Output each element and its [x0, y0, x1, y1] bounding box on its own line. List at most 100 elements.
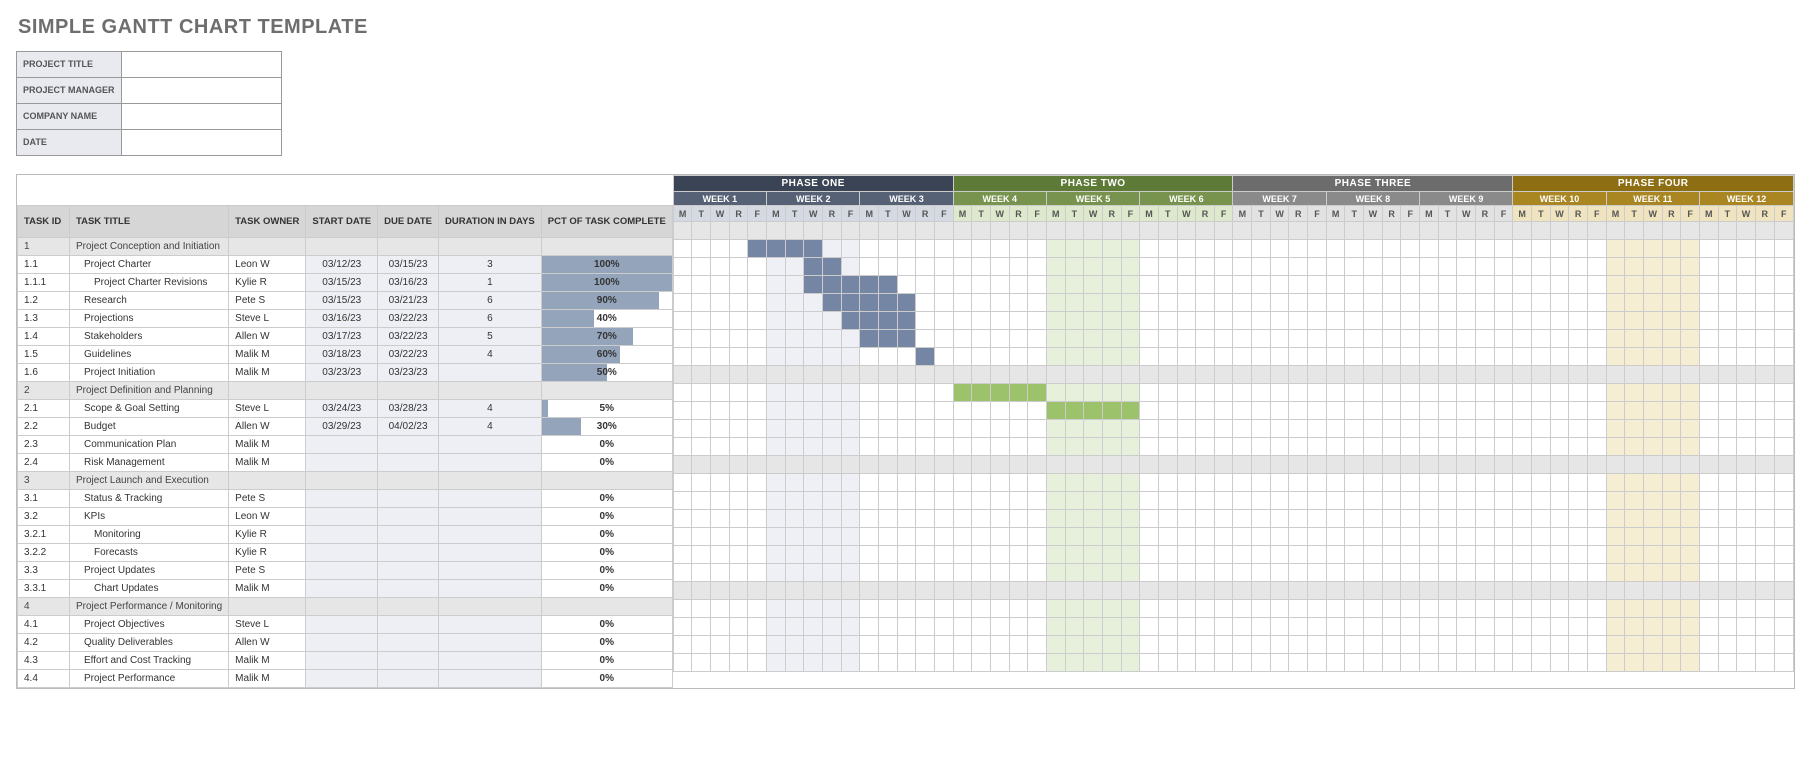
- timeline-cell: [804, 420, 823, 438]
- task-row[interactable]: 4.1Project ObjectivesSteve L0%: [18, 615, 673, 633]
- task-owner: Pete S: [229, 561, 306, 579]
- timeline-cell: [841, 582, 860, 600]
- timeline-cell: [1625, 312, 1644, 330]
- timeline-cell: [1270, 366, 1289, 384]
- timeline-cell: [1737, 366, 1756, 384]
- task-row[interactable]: 1.6Project InitiationMalik M03/23/2303/2…: [18, 363, 673, 381]
- timeline-cell: [1158, 276, 1177, 294]
- task-pct-complete: 100%: [541, 273, 672, 291]
- timeline-cell: [1531, 474, 1550, 492]
- timeline-cell: [841, 438, 860, 456]
- timeline-cell: [916, 222, 935, 240]
- day-header: R: [1662, 206, 1681, 222]
- task-row[interactable]: 4.2Quality DeliverablesAllen W0%: [18, 633, 673, 651]
- task-row[interactable]: 1.2ResearchPete S03/15/2303/21/23690%: [18, 291, 673, 309]
- timeline-cell: [1606, 636, 1625, 654]
- timeline-cell: [1270, 384, 1289, 402]
- timeline-cell: [1457, 654, 1476, 672]
- task-row[interactable]: 3.2KPIsLeon W0%: [18, 507, 673, 525]
- timeline-cell: [1755, 438, 1774, 456]
- task-pct-complete: 0%: [541, 615, 672, 633]
- task-row[interactable]: 3Project Launch and Execution: [18, 471, 673, 489]
- task-title: Communication Plan: [70, 435, 229, 453]
- task-due: 03/15/23: [378, 255, 439, 273]
- task-row[interactable]: 3.2.2ForecastsKylie R0%: [18, 543, 673, 561]
- timeline-cell: [1774, 618, 1793, 636]
- timeline-cell: [990, 492, 1009, 510]
- timeline-cell: [953, 618, 972, 636]
- timeline-cell: [1662, 294, 1681, 312]
- timeline-cell: [1494, 474, 1513, 492]
- timeline-cell: [1121, 420, 1140, 438]
- timeline-cell: [711, 402, 730, 420]
- timeline-cell: [1158, 222, 1177, 240]
- timeline-cell: [1009, 312, 1028, 330]
- task-row[interactable]: 4.4Project PerformanceMalik M0%: [18, 669, 673, 687]
- timeline-cell: [1382, 258, 1401, 276]
- timeline-cell: [934, 366, 953, 384]
- meta-value-project-title[interactable]: [121, 52, 281, 78]
- meta-value-project-manager[interactable]: [121, 78, 281, 104]
- timeline-cell: [1755, 582, 1774, 600]
- task-row[interactable]: 3.3.1Chart UpdatesMalik M0%: [18, 579, 673, 597]
- timeline-cell: [1420, 276, 1439, 294]
- timeline-cell: [1587, 222, 1606, 240]
- task-row[interactable]: 2.3Communication PlanMalik M0%: [18, 435, 673, 453]
- timeline-cell: [1737, 438, 1756, 456]
- timeline-cell: [990, 402, 1009, 420]
- task-start: 03/17/23: [306, 327, 378, 345]
- task-row[interactable]: 1.1.1Project Charter RevisionsKylie R03/…: [18, 273, 673, 291]
- task-row[interactable]: 1Project Conception and Initiation: [18, 237, 673, 255]
- timeline-cell: [1009, 582, 1028, 600]
- timeline-row: [673, 600, 1793, 618]
- task-row[interactable]: 2.2BudgetAllen W03/29/2304/02/23430%: [18, 417, 673, 435]
- timeline-cell: [990, 276, 1009, 294]
- task-start: [306, 435, 378, 453]
- task-row[interactable]: 3.1Status & TrackingPete S0%: [18, 489, 673, 507]
- timeline-cell: [1046, 402, 1065, 420]
- day-header: M: [1606, 206, 1625, 222]
- timeline-cell: [1252, 276, 1271, 294]
- task-row[interactable]: 2.4Risk ManagementMalik M0%: [18, 453, 673, 471]
- timeline-cell: [1513, 636, 1532, 654]
- timeline-cell: [729, 384, 748, 402]
- task-row[interactable]: 2.1Scope & Goal SettingSteve L03/24/2303…: [18, 399, 673, 417]
- task-row[interactable]: 1.5GuidelinesMalik M03/18/2303/22/23460%: [18, 345, 673, 363]
- timeline-cell: [1102, 348, 1121, 366]
- day-header: M: [953, 206, 972, 222]
- task-row[interactable]: 1.4StakeholdersAllen W03/17/2303/22/2357…: [18, 327, 673, 345]
- task-row[interactable]: 1.3ProjectionsSteve L03/16/2303/22/23640…: [18, 309, 673, 327]
- timeline-cell: [860, 618, 879, 636]
- timeline-cell: [1028, 492, 1047, 510]
- task-owner: Kylie R: [229, 543, 306, 561]
- timeline-row: [673, 546, 1793, 564]
- task-title: Status & Tracking: [70, 489, 229, 507]
- task-row[interactable]: 4.3Effort and Cost TrackingMalik M0%: [18, 651, 673, 669]
- task-row[interactable]: 3.2.1MonitoringKylie R0%: [18, 525, 673, 543]
- timeline-cell: [1308, 636, 1327, 654]
- task-title: Monitoring: [70, 525, 229, 543]
- timeline-cell: [879, 456, 898, 474]
- day-header: M: [1699, 206, 1718, 222]
- task-row[interactable]: 4Project Performance / Monitoring: [18, 597, 673, 615]
- timeline-cell: [711, 312, 730, 330]
- task-owner: [229, 237, 306, 255]
- day-header: R: [1102, 206, 1121, 222]
- timeline-cell: [1364, 582, 1383, 600]
- task-row[interactable]: 2Project Definition and Planning: [18, 381, 673, 399]
- timeline-cell: [1718, 474, 1737, 492]
- task-row[interactable]: 1.1Project CharterLeon W03/12/2303/15/23…: [18, 255, 673, 273]
- timeline-cell: [1401, 258, 1420, 276]
- timeline-cell: [785, 456, 804, 474]
- meta-value-date[interactable]: [121, 130, 281, 156]
- task-pct-complete: 5%: [541, 399, 672, 417]
- day-header: W: [1457, 206, 1476, 222]
- task-row[interactable]: 3.3Project UpdatesPete S0%: [18, 561, 673, 579]
- timeline-cell: [1457, 240, 1476, 258]
- week-header: WEEK 4: [953, 192, 1046, 206]
- timeline-cell: [1606, 618, 1625, 636]
- timeline-cell: [804, 222, 823, 240]
- timeline-cell: [1755, 312, 1774, 330]
- meta-value-company-name[interactable]: [121, 104, 281, 130]
- timeline-cell: [729, 240, 748, 258]
